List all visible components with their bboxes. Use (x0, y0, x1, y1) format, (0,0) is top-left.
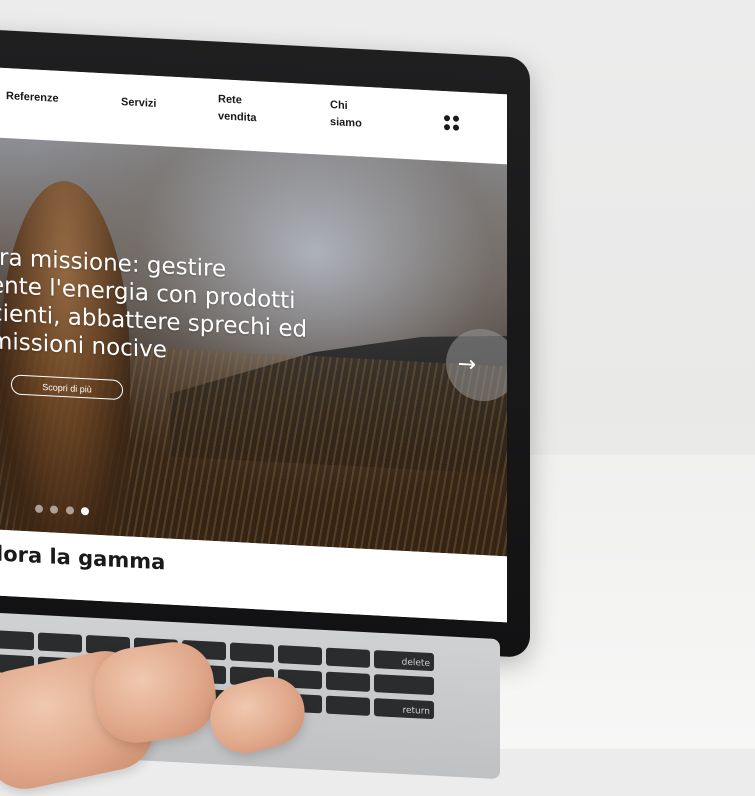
grid-menu-icon[interactable] (444, 115, 460, 132)
arrow-right-icon: → (457, 351, 477, 378)
key (278, 645, 322, 666)
nav-item-rete-vendita[interactable]: Rete vendita (218, 91, 257, 127)
delete-key: delete (374, 650, 434, 672)
return-key: return (374, 698, 434, 720)
nav-item-servizi[interactable]: Servizi (121, 94, 156, 113)
key (326, 695, 370, 716)
key (38, 632, 82, 653)
nav-item-chi-siamo[interactable]: Chi siamo (330, 97, 362, 133)
slider-dot[interactable] (35, 504, 43, 514)
nav-item-referenze[interactable]: Referenze (6, 88, 59, 108)
key (326, 647, 370, 668)
key (230, 642, 274, 663)
hero-title: tra missione: gestire ente l'energia con… (0, 244, 308, 364)
hero-slider: tra missione: gestire ente l'energia con… (0, 135, 507, 557)
key (326, 671, 370, 692)
section-title: lora la gamma (0, 541, 166, 575)
slider-dot[interactable] (65, 506, 74, 515)
key (0, 629, 34, 651)
laptop-screen: Referenze Servizi Rete vendita Chi siamo… (0, 65, 507, 623)
key (374, 674, 434, 696)
